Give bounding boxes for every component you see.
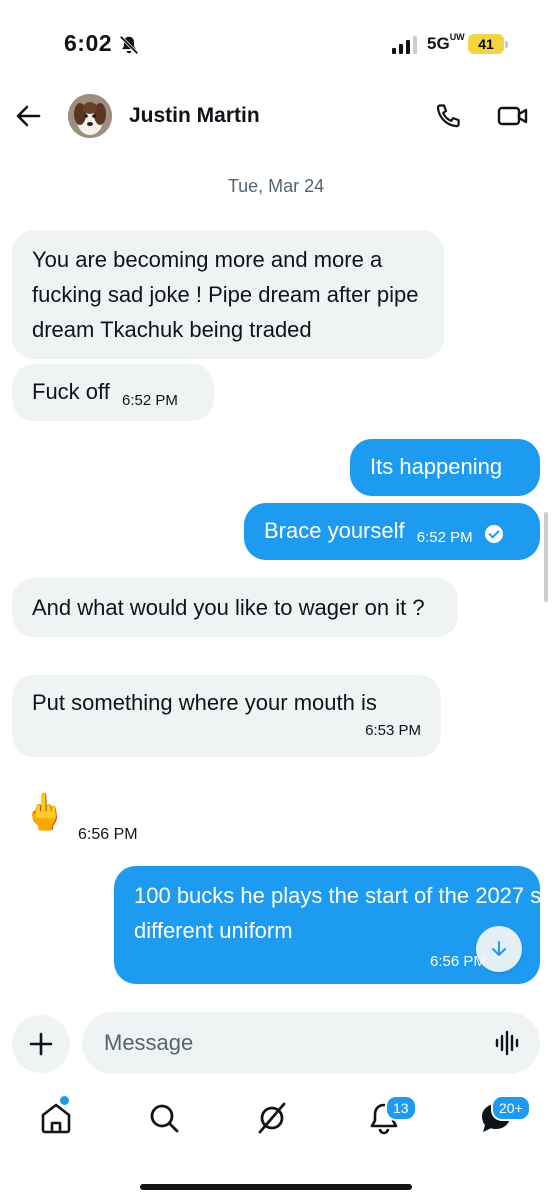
message-emoji[interactable]: 🖕: [22, 790, 67, 834]
message-timestamp: 6:52 PM: [121, 392, 178, 409]
message-text: You are becoming more and more a fucking…: [32, 247, 419, 342]
notifications-badge: 13: [385, 1095, 417, 1121]
message-text: Fuck off: [32, 379, 110, 404]
scroll-to-bottom-button[interactable]: [476, 926, 522, 972]
message-bubble-sent[interactable]: Its happening: [350, 439, 540, 496]
scrollbar[interactable]: [544, 512, 548, 602]
message-bubble-received[interactable]: You are becoming more and more a fucking…: [12, 230, 444, 359]
home-icon[interactable]: [36, 1098, 76, 1138]
bell-off-icon: [119, 35, 139, 55]
network-type: 5GUW: [427, 32, 465, 53]
message-bubble-sent[interactable]: Brace yourself 6:52 PM: [244, 503, 540, 560]
voice-message-icon[interactable]: [494, 1029, 522, 1057]
message-bubble-sent[interactable]: 100 bucks he plays the start of the 2027…: [114, 866, 540, 984]
back-arrow-icon[interactable]: [14, 102, 42, 130]
message-bubble-received[interactable]: And what would you like to wager on it ?: [12, 578, 458, 637]
contact-name[interactable]: Justin Martin: [129, 104, 260, 128]
message-bubble-received[interactable]: Put something where your mouth is 6:53 P…: [12, 675, 441, 757]
conversation-header: Justin Martin: [0, 92, 552, 142]
message-text: And what would you like to wager on it ?: [32, 595, 425, 620]
messages-badge: 20+: [491, 1095, 531, 1121]
message-timestamp: 6:52 PM: [416, 529, 473, 546]
arrow-down-icon: [492, 941, 506, 956]
grok-icon[interactable]: [252, 1098, 292, 1138]
home-indicator[interactable]: [140, 1184, 412, 1190]
home-unread-dot: [60, 1096, 69, 1105]
message-composer: [82, 1012, 540, 1074]
signal-icon: [392, 36, 417, 54]
message-bubble-received[interactable]: Fuck off 6:52 PM: [12, 364, 214, 421]
search-icon[interactable]: [144, 1098, 184, 1138]
avatar[interactable]: [68, 94, 112, 138]
message-timestamp: 6:56 PM: [78, 826, 138, 843]
plus-icon: [29, 1032, 53, 1056]
message-text: Brace yourself: [264, 518, 405, 543]
date-separator: Tue, Mar 24: [227, 176, 325, 196]
video-call-icon[interactable]: [497, 102, 529, 130]
message-text: Its happening: [370, 454, 503, 479]
read-receipt-icon: [484, 525, 503, 544]
battery-indicator: 41: [468, 34, 508, 54]
message-timestamp: 6:53 PM: [365, 722, 421, 739]
dog-avatar-icon: [68, 94, 112, 138]
add-attachment-button[interactable]: [12, 1015, 70, 1073]
status-time: 6:02: [64, 30, 113, 56]
phone-call-icon[interactable]: [434, 102, 462, 130]
message-text: Put something where your mouth is: [32, 690, 377, 715]
bottom-navigation: [0, 1088, 552, 1158]
status-bar: 6:02 5GUW 41: [0, 0, 552, 92]
message-input[interactable]: [104, 1026, 474, 1060]
